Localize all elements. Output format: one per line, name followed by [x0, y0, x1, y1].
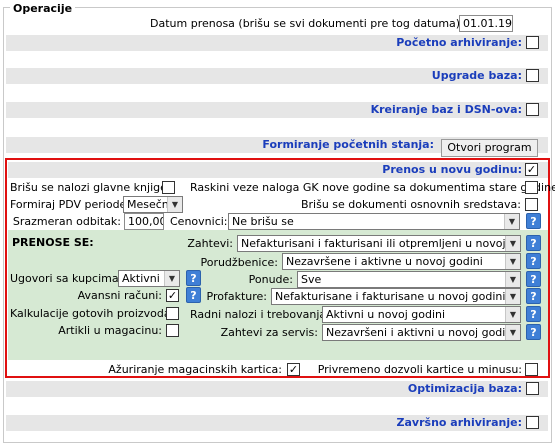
brisu-osnovna-label: Brišu se dokumenti osnovnih sredstava: — [300, 198, 521, 211]
formiraj-pdv-label: Formiraj PDV periode: — [10, 198, 131, 211]
upgrade-baza-checkbox[interactable] — [526, 69, 539, 82]
zavrsno-label: Završno arhiviranje: — [396, 416, 522, 429]
avansni-checkbox[interactable]: ✓ — [166, 289, 179, 302]
pocetno-arhiviranje-checkbox[interactable] — [526, 36, 539, 49]
chevron-down-icon[interactable]: ▼ — [164, 271, 179, 286]
ugovori-help-icon[interactable]: ? — [186, 270, 201, 286]
upgrade-baza-label: Upgrade baza: — [431, 69, 522, 82]
prenos-checkbox[interactable]: ✓ — [525, 163, 538, 176]
privremeno-checkbox[interactable] — [525, 363, 538, 376]
kalkulacije-label: Kalkulacije gotovih proizvoda: — [10, 307, 175, 320]
cenovnici-help-icon[interactable]: ? — [526, 213, 541, 229]
ugovori-select[interactable]: Aktivni ▼ — [118, 270, 180, 287]
cenovnici-select[interactable]: Ne brišu se ▼ — [228, 213, 520, 230]
porudzbenice-label: Porudžbenice: — [200, 256, 278, 269]
ponude-value: Sve — [301, 273, 322, 286]
zavrsno-checkbox[interactable] — [526, 416, 539, 429]
avansni-help-icon[interactable]: ? — [186, 287, 201, 303]
raskini-veze-label: Raskini veze naloga GK nove godine sa do… — [190, 181, 555, 194]
ugovori-label: Ugovori sa kupcima: — [10, 272, 123, 285]
prenose-se-title: PRENOSE SE: — [12, 236, 94, 249]
radni-nalozi-label: Radni nalozi i trebovanja: — [190, 308, 330, 321]
prenos-label: Prenos u novu godinu: — [382, 163, 522, 176]
datum-prenosa-input[interactable]: 01.01.19 — [459, 15, 513, 32]
porudzbenice-value: Nezavršene i aktivne u novoj godini — [286, 255, 483, 268]
kreiranje-baz-checkbox[interactable] — [526, 103, 539, 116]
zahtevi-help-icon[interactable]: ? — [526, 235, 541, 251]
zahtevi-servis-label: Zahtevi za servis: — [220, 326, 318, 339]
chevron-down-icon[interactable]: ▼ — [505, 325, 520, 340]
chevron-down-icon[interactable]: ▼ — [505, 236, 520, 251]
chevron-down-icon[interactable]: ▼ — [167, 197, 182, 212]
artikli-checkbox[interactable] — [166, 324, 179, 337]
kreiranje-baz-label: Kreiranje baz i DSN-ova: — [370, 103, 522, 116]
otvori-program-button[interactable]: Otvori program — [441, 139, 538, 157]
radni-nalozi-select[interactable]: Aktivni u novoj godini ▼ — [322, 306, 521, 323]
formiraj-pdv-select[interactable]: Mesečni ▼ — [123, 196, 183, 213]
brisu-osnovna-checkbox[interactable] — [525, 198, 538, 211]
privremeno-label: Privremeno dozvoli kartice u minusu: — [317, 363, 522, 376]
radni-nalozi-help-icon[interactable]: ? — [526, 306, 541, 322]
formiraj-pdv-value: Mesečni — [127, 198, 167, 211]
zahtevi-servis-value: Nezavršeni i aktivni u novoj godini — [326, 326, 505, 339]
avansni-label: Avansni računi: — [77, 289, 162, 302]
zahtevi-servis-help-icon[interactable]: ? — [526, 324, 541, 340]
azuriranje-label: Ažuriranje magacinskih kartica: — [108, 363, 282, 376]
optimizacija-checkbox[interactable] — [526, 382, 539, 395]
ponude-select[interactable]: Sve ▼ — [297, 271, 521, 288]
radni-nalozi-value: Aktivni u novoj godini — [326, 308, 446, 321]
zahtevi-select[interactable]: Nefakturisani i fakturisani ili otpremlj… — [237, 235, 521, 252]
pocetno-arhiviranje-label: Početno arhiviranje: — [396, 36, 522, 49]
srazmeran-odbitak-input[interactable]: 100,00 — [124, 213, 164, 230]
formiranje-label: Formiranje početnih stanja: — [262, 138, 434, 151]
optimizacija-label: Optimizacija baza: — [407, 382, 522, 395]
artikli-label: Artikli u magacinu: — [58, 324, 162, 337]
chevron-down-icon[interactable]: ▼ — [505, 254, 520, 269]
raskini-veze-checkbox[interactable] — [525, 181, 538, 194]
profakture-value: Nefakturisane i fakturisane u novoj godi… — [275, 290, 505, 303]
zahtevi-servis-select[interactable]: Nezavršeni i aktivni u novoj godini ▼ — [322, 324, 521, 341]
cenovnici-value: Ne brišu se — [232, 215, 294, 228]
profakture-label: Profakture: — [206, 290, 267, 303]
zahtevi-label: Zahtevi: — [187, 237, 233, 250]
porudzbenice-help-icon[interactable]: ? — [526, 253, 541, 269]
azuriranje-checkbox[interactable]: ✓ — [287, 363, 300, 376]
brisu-nalozi-label: Brišu se nalozi glavne knjige: — [10, 181, 171, 194]
porudzbenice-select[interactable]: Nezavršene i aktivne u novoj godini ▼ — [282, 253, 521, 270]
chevron-down-icon[interactable]: ▼ — [504, 214, 519, 229]
zahtevi-value: Nefakturisani i fakturisani ili otpremlj… — [241, 237, 505, 250]
brisu-nalozi-checkbox[interactable] — [162, 181, 175, 194]
profakture-help-icon[interactable]: ? — [526, 288, 541, 304]
chevron-down-icon[interactable]: ▼ — [505, 289, 520, 304]
srazmeran-odbitak-label: Srazmeran odbitak: — [12, 215, 121, 228]
chevron-down-icon[interactable]: ▼ — [505, 272, 520, 287]
chevron-down-icon[interactable]: ▼ — [505, 307, 520, 322]
ugovori-value: Aktivni — [122, 272, 160, 285]
datum-prenosa-label: Datum prenosa (brišu se svi dokumenti pr… — [150, 17, 464, 30]
cenovnici-label: Cenovnici: — [170, 215, 228, 228]
ponude-label: Ponude: — [248, 273, 293, 286]
profakture-select[interactable]: Nefakturisane i fakturisane u novoj godi… — [271, 288, 521, 305]
kalkulacije-checkbox[interactable] — [166, 307, 179, 320]
groupbox-title: Operacije — [10, 2, 76, 15]
ponude-help-icon[interactable]: ? — [526, 271, 541, 287]
